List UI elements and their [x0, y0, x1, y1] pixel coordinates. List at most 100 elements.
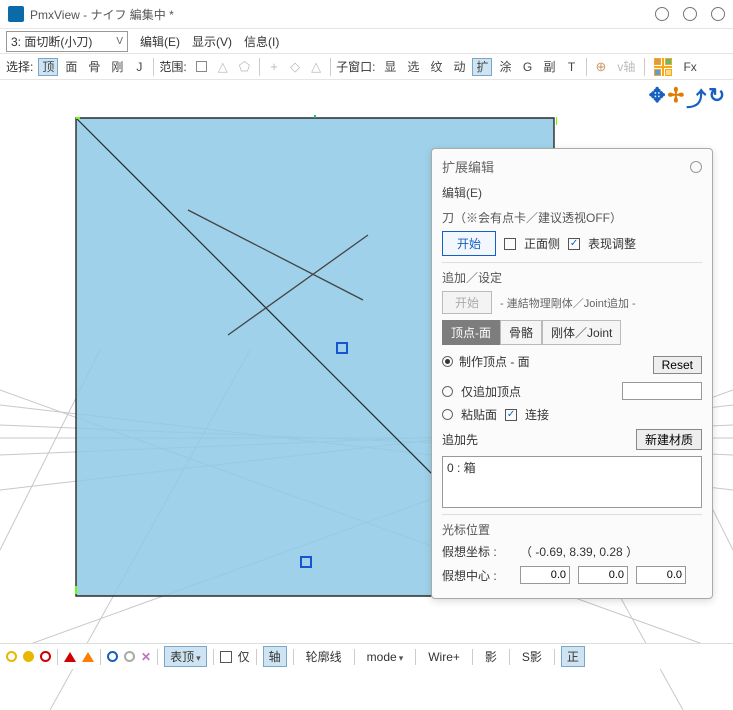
status-only-label: 仅 [238, 648, 250, 665]
panel-close-icon[interactable] [690, 161, 702, 173]
coord-value: （ -0.69, 8.39, 0.28 ） [520, 543, 638, 560]
center-z-input[interactable] [636, 566, 686, 584]
status-ortho[interactable]: 正 [561, 646, 585, 667]
coord-label: 假想坐标 : [442, 543, 512, 560]
knife-section-title: 刀（※会有点卡／建议透视OFF） [442, 209, 702, 226]
status-dot-blue-icon[interactable] [107, 651, 118, 662]
tab-bone[interactable]: 骨骼 [500, 320, 542, 345]
adjust-label: 表现调整 [588, 235, 636, 252]
status-sshadow[interactable]: S影 [516, 646, 548, 667]
center-y-input[interactable] [578, 566, 628, 584]
center-label: 假想中心 : [442, 567, 512, 584]
status-tri-orange-icon[interactable] [82, 652, 94, 662]
select-rigid[interactable]: 刚 [107, 58, 127, 76]
status-outline[interactable]: 轮廓线 [300, 646, 348, 667]
sw-wen[interactable]: 纹 [426, 58, 446, 76]
maximize-icon[interactable] [683, 7, 697, 21]
range-tri-icon[interactable]: △ [214, 58, 232, 76]
status-tri-red-icon[interactable] [64, 652, 76, 662]
panel-menu-edit[interactable]: 编辑(E) [442, 184, 702, 201]
select-vert[interactable]: 顶 [38, 58, 58, 76]
viewport-3d[interactable]: ✥ ✢ ⤴ ↻ 扩展编辑 编辑(E) 刀（※会有点卡／建议透视OFF） 开始 正… [0, 80, 733, 643]
extend-edit-panel: 扩展编辑 编辑(E) 刀（※会有点卡／建议透视OFF） 开始 正面侧 ✓ 表现调… [431, 148, 713, 599]
radio-add-vert[interactable] [442, 386, 453, 397]
radio-paste-face-label: 粘贴面 [461, 406, 497, 423]
minimize-icon[interactable] [655, 7, 669, 21]
separator [259, 58, 260, 76]
sw-xuan[interactable]: 选 [403, 58, 423, 76]
status-vshow[interactable]: 表顶▾ [164, 646, 207, 667]
status-only-checkbox[interactable] [220, 651, 232, 663]
sw-g[interactable]: G [519, 58, 537, 76]
select-joint[interactable]: J [130, 58, 148, 76]
menu-display[interactable]: 显示(V) [192, 33, 232, 50]
append-to-label: 追加先 [442, 431, 478, 448]
tab-vertex-face[interactable]: 顶点-面 [442, 320, 500, 345]
status-dot-gray-icon[interactable] [124, 651, 135, 662]
center-x-input[interactable] [520, 566, 570, 584]
tool-plus-icon[interactable]: + [265, 58, 283, 76]
zoom-gizmo-icon[interactable]: ⤴ [686, 83, 706, 112]
move-gizmo-icon[interactable]: ✥ [649, 83, 666, 112]
window-title: PmxView - ナイフ 編集中 * [30, 6, 641, 23]
separator [644, 58, 645, 76]
select-face[interactable]: 面 [61, 58, 81, 76]
append-start-button[interactable]: 开始 [442, 291, 492, 314]
radio-add-vert-label: 仅追加顶点 [461, 383, 521, 400]
sw-tu[interactable]: 涂 [495, 58, 515, 76]
status-dot-red-icon[interactable] [40, 651, 51, 662]
range-rect[interactable] [192, 58, 211, 76]
toolbar: 选择: 顶 面 骨 刚 J 范围: △ ⬠ + ◇ △ 子窗口: 显 选 纹 动… [0, 54, 733, 80]
globe-icon[interactable]: ⊕ [592, 58, 611, 76]
menu-edit[interactable]: 编辑(E) [140, 33, 180, 50]
tab-rigid-joint[interactable]: 刚体／Joint [542, 320, 621, 345]
sw-dong[interactable]: 动 [449, 58, 469, 76]
radio-make-face[interactable] [442, 356, 453, 367]
status-mode[interactable]: mode▾ [361, 648, 410, 666]
panel-title: 扩展编辑 [442, 157, 494, 176]
range-pent-icon[interactable]: ⬠ [235, 58, 254, 76]
tool-triangle-icon[interactable]: △ [307, 58, 325, 76]
rotate-gizmo-icon[interactable]: ↻ [708, 83, 725, 112]
status-shadow[interactable]: 影 [479, 646, 503, 667]
status-wire[interactable]: Wire+ [422, 648, 466, 666]
material-list[interactable]: 0 : 箱 [442, 456, 702, 508]
mode-combo-value: 3: 面切断(小刀) [11, 33, 92, 50]
titlebar: PmxView - ナイフ 編集中 * [0, 0, 733, 28]
menu-info[interactable]: 信息(I) [244, 33, 279, 50]
radio-paste-face[interactable] [442, 409, 453, 420]
adjust-checkbox[interactable]: ✓ [568, 238, 580, 250]
separator [330, 58, 331, 76]
status-dot-yellow-icon[interactable] [6, 651, 17, 662]
sw-xian[interactable]: 显 [380, 58, 400, 76]
status-dot-yellow-fill-icon[interactable] [23, 651, 34, 662]
connect-checkbox[interactable]: ✓ [505, 409, 517, 421]
separator [153, 58, 154, 76]
frontside-checkbox[interactable] [504, 238, 516, 250]
separator [586, 58, 587, 76]
vaxis[interactable]: v轴 [613, 58, 639, 76]
subwin-label: 子窗口: [336, 58, 375, 75]
select-bone[interactable]: 骨 [84, 58, 104, 76]
mode-combo[interactable]: 3: 面切断(小刀) V [6, 31, 128, 52]
new-material-button[interactable]: 新建材质 [636, 429, 702, 450]
reset-button[interactable]: Reset [653, 356, 702, 374]
rect-icon [196, 61, 207, 72]
material-list-item[interactable]: 0 : 箱 [447, 459, 697, 476]
fx-button[interactable]: Fx [679, 58, 700, 76]
sw-kuo[interactable]: 扩 [472, 58, 492, 76]
grid-icon[interactable] [650, 58, 676, 76]
view-gizmos: ✥ ✢ ⤴ ↻ [649, 83, 725, 112]
pan-gizmo-icon[interactable]: ✢ [667, 83, 684, 112]
menubar: 3: 面切断(小刀) V 编辑(E) 显示(V) 信息(I) [0, 28, 733, 54]
select-label: 选择: [6, 58, 33, 75]
frontside-label: 正面侧 [524, 235, 560, 252]
close-icon[interactable] [711, 7, 725, 21]
status-axis[interactable]: 轴 [263, 646, 287, 667]
status-x-icon[interactable]: ✕ [141, 650, 151, 664]
sw-t[interactable]: T [563, 58, 581, 76]
sw-fu[interactable]: 副 [540, 58, 560, 76]
addvert-input[interactable] [622, 382, 702, 400]
knife-start-button[interactable]: 开始 [442, 231, 496, 256]
tool-diamond-icon[interactable]: ◇ [286, 58, 304, 76]
